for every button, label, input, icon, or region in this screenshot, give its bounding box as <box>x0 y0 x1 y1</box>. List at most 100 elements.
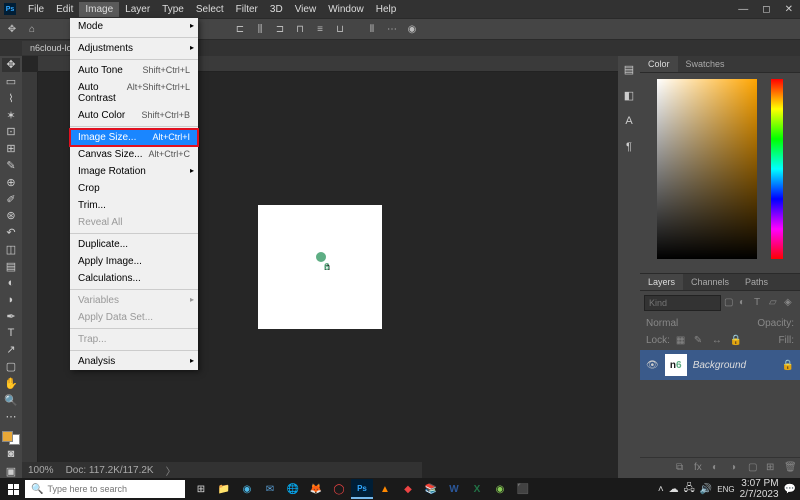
menu-select[interactable]: Select <box>190 2 230 17</box>
taskbar-app-2[interactable]: ◉ <box>489 479 511 499</box>
layer-row[interactable]: 👁 n6 Background 🔒 <box>640 350 800 380</box>
dodge-tool[interactable]: ◗ <box>2 293 20 307</box>
more-icon[interactable]: ⋯ <box>384 21 400 37</box>
taskbar-app-chrome[interactable]: 🌐 <box>282 479 304 499</box>
menu-item-crop[interactable]: Crop <box>70 180 198 197</box>
align-middle-icon[interactable]: ≡ <box>312 21 328 37</box>
align-bottom-icon[interactable]: ⊔ <box>332 21 348 37</box>
filter-adjust-icon[interactable]: ◐ <box>739 297 751 309</box>
menu-item-auto-color[interactable]: Auto ColorShift+Ctrl+B <box>70 107 198 124</box>
tab-layers[interactable]: Layers <box>640 274 683 290</box>
layer-name[interactable]: Background <box>693 360 776 371</box>
align-center-h-icon[interactable]: ⫼ <box>252 21 268 37</box>
lasso-tool[interactable]: ⌇ <box>2 92 20 106</box>
menu-item-auto-contrast[interactable]: Auto ContrastAlt+Shift+Ctrl+L <box>70 79 198 107</box>
menu-image[interactable]: Image <box>79 2 119 17</box>
type-tool[interactable]: T <box>2 326 20 340</box>
image-menu-dropdown[interactable]: ModeAdjustmentsAuto ToneShift+Ctrl+LAuto… <box>70 18 198 370</box>
close-button[interactable]: ✕ <box>782 4 796 15</box>
doc-info[interactable]: Doc: 117.2K/117.2K <box>66 465 154 476</box>
menu-type[interactable]: Type <box>156 2 190 17</box>
zoom-tool[interactable]: 🔍 <box>2 393 20 407</box>
lock-all-icon[interactable]: 🔒 <box>730 335 742 347</box>
tab-color[interactable]: Color <box>640 56 678 72</box>
edit-toolbar[interactable]: ⋯ <box>2 410 20 424</box>
menu-item-analysis[interactable]: Analysis <box>70 353 198 370</box>
tab-paths[interactable]: Paths <box>737 274 776 290</box>
tray-expand-icon[interactable]: ˄ <box>658 484 664 495</box>
move-tool-icon[interactable]: ✥ <box>4 21 20 37</box>
marquee-tool[interactable]: ▭ <box>2 75 20 89</box>
taskbar-app-firefox[interactable]: 🦊 <box>305 479 327 499</box>
saturation-picker[interactable] <box>657 79 757 259</box>
menu-item-image-size[interactable]: Image Size...Alt+Ctrl+I <box>70 129 198 146</box>
taskbar-app-word[interactable]: W <box>443 479 465 499</box>
tray-onedrive-icon[interactable]: ☁ <box>669 484 679 495</box>
menu-edit[interactable]: Edit <box>50 2 79 17</box>
fill-label[interactable]: Fill: <box>778 335 794 347</box>
maximize-button[interactable]: ◻ <box>759 4 773 15</box>
eyedropper-tool[interactable]: ✎ <box>2 159 20 173</box>
taskbar-app-winrar[interactable]: 📚 <box>420 479 442 499</box>
align-top-icon[interactable]: ⊓ <box>292 21 308 37</box>
taskbar-app-edge[interactable]: ◉ <box>236 479 258 499</box>
history-brush-tool[interactable]: ↶ <box>2 226 20 240</box>
path-tool[interactable]: ↗ <box>2 343 20 357</box>
link-layers-icon[interactable]: ⧉ <box>676 462 688 474</box>
paragraph-icon[interactable]: ¶ <box>620 138 638 156</box>
taskbar-app-explorer[interactable]: 📁 <box>213 479 235 499</box>
color-swatches[interactable] <box>2 431 20 445</box>
screen-mode[interactable]: ▣ <box>2 464 20 478</box>
taskbar-search[interactable]: 🔍 <box>25 480 185 498</box>
eraser-tool[interactable]: ◫ <box>2 242 20 256</box>
taskbar-app-excel[interactable]: X <box>466 479 488 499</box>
menu-item-calculations[interactable]: Calculations... <box>70 270 198 287</box>
healing-tool[interactable]: ⊕ <box>2 175 20 189</box>
pen-tool[interactable]: ✒ <box>2 309 20 323</box>
taskbar-app-photoshop[interactable]: Ps <box>351 479 373 499</box>
start-button[interactable] <box>2 479 24 499</box>
menu-item-apply-image[interactable]: Apply Image... <box>70 253 198 270</box>
tray-language-icon[interactable]: ENG <box>717 485 734 494</box>
lock-transparent-icon[interactable]: ▦ <box>676 335 688 347</box>
tray-volume-icon[interactable]: 🔊 <box>700 484 712 495</box>
shape-tool[interactable]: ▢ <box>2 360 20 374</box>
minimize-button[interactable]: — <box>735 4 751 15</box>
group-icon[interactable]: ▢ <box>748 462 760 474</box>
menu-help[interactable]: Help <box>370 2 403 17</box>
align-right-icon[interactable]: ⊐ <box>272 21 288 37</box>
menu-filter[interactable]: Filter <box>230 2 264 17</box>
quick-mask[interactable]: ◙ <box>2 448 20 462</box>
filter-pixel-icon[interactable]: ▢ <box>724 297 736 309</box>
zoom-level[interactable]: 100% <box>28 465 54 476</box>
menu-view[interactable]: View <box>289 2 323 17</box>
filter-shape-icon[interactable]: ▱ <box>769 297 781 309</box>
blend-mode[interactable]: Normal <box>646 318 678 329</box>
visibility-icon[interactable]: 👁 <box>646 360 659 371</box>
tray-network-icon[interactable]: 🖧 <box>684 481 695 498</box>
opacity-label[interactable]: Opacity: <box>757 318 794 329</box>
menu-item-adjustments[interactable]: Adjustments <box>70 40 198 57</box>
layer-filter-input[interactable] <box>644 295 721 311</box>
home-icon[interactable]: ⌂ <box>24 21 40 37</box>
menu-file[interactable]: File <box>22 2 50 17</box>
notification-icon[interactable]: 💬 <box>784 484 796 495</box>
menu-item-auto-tone[interactable]: Auto ToneShift+Ctrl+L <box>70 62 198 79</box>
menu-window[interactable]: Window <box>322 2 370 17</box>
hand-tool[interactable]: ✋ <box>2 377 20 391</box>
wand-tool[interactable]: ✶ <box>2 108 20 122</box>
frame-tool[interactable]: ⊞ <box>2 142 20 156</box>
search-input[interactable] <box>47 484 179 494</box>
taskbar-app-opera[interactable]: ◯ <box>328 479 350 499</box>
tab-swatches[interactable]: Swatches <box>678 56 733 72</box>
stamp-tool[interactable]: ⊛ <box>2 209 20 223</box>
menu-item-canvas-size[interactable]: Canvas Size...Alt+Ctrl+C <box>70 146 198 163</box>
menu-item-duplicate[interactable]: Duplicate... <box>70 236 198 253</box>
taskbar-app-vlc[interactable]: ▲ <box>374 479 396 499</box>
properties-icon[interactable]: ◧ <box>620 86 638 104</box>
brush-tool[interactable]: ✐ <box>2 192 20 206</box>
history-icon[interactable]: ▤ <box>620 60 638 78</box>
tab-channels[interactable]: Channels <box>683 274 737 290</box>
delete-layer-icon[interactable]: 🗑 <box>784 462 796 474</box>
move-tool[interactable]: ✥ <box>2 58 20 72</box>
